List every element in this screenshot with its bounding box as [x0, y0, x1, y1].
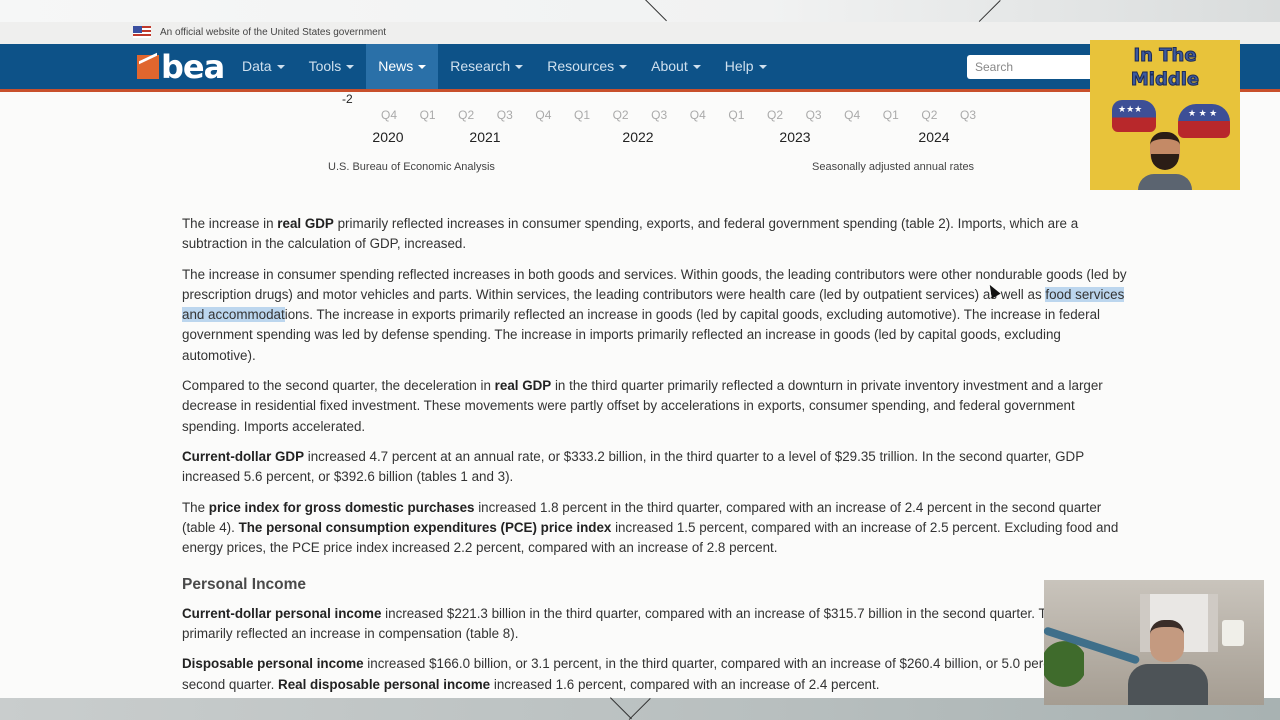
donkey-icon: ★★★: [1112, 100, 1156, 132]
caret-down-icon: [515, 65, 524, 70]
quarter-tick-label: Q4: [844, 108, 861, 122]
text: The increase in consumer spending reflec…: [182, 266, 1127, 302]
host-illustration: [1138, 132, 1192, 190]
quarter-tick-label: Q2: [921, 108, 938, 122]
paragraph-disposable-income: Disposable personal income increased $16…: [182, 654, 1132, 695]
bold-term: Current-dollar GDP: [182, 448, 305, 464]
year-tick-label: 2023: [779, 129, 811, 145]
paragraph-consumer-spending: The increase in consumer spending reflec…: [182, 265, 1132, 366]
text: increased 1.6 percent, compared with an …: [490, 676, 880, 692]
nav-label: Help: [724, 58, 754, 74]
webcam-overlay: [1044, 580, 1264, 705]
nav-label: About: [651, 58, 688, 74]
nav-item-tools[interactable]: Tools: [297, 44, 367, 89]
quarter-tick-label: Q2: [458, 108, 475, 122]
caret-down-icon: [758, 65, 767, 70]
chart-source: U.S. Bureau of Economic Analysis: [328, 161, 495, 173]
podcast-title-line: Middle: [1130, 69, 1200, 91]
gdp-chart-fragment: -2 Q4 Q1 Q2 Q3 Q4 Q1 Q2 Q3 Q4 Q1 Q2 Q3 Q4 Q1 Q2 Q3 2020…: [0, 92, 1280, 202]
caret-down-icon: [418, 65, 427, 70]
caret-down-icon: [276, 65, 285, 70]
nav-label: Research: [450, 58, 511, 74]
y-tick-label: -2: [342, 92, 353, 106]
year-tick-label: 2020: [372, 129, 404, 145]
podcast-title-line: In The: [1133, 45, 1197, 67]
gov-banner-text: An official website of the United States…: [160, 27, 387, 38]
quarter-tick-label: Q2: [612, 108, 629, 122]
paragraph-real-gdp: The increase in real GDP primarily refle…: [182, 214, 1132, 255]
quarter-tick-label: Q4: [380, 108, 397, 122]
bold-term: Real disposable personal income: [278, 676, 491, 692]
bold-term: real GDP: [277, 216, 334, 231]
podcast-logo-overlay: In The Middle ★★★ ★ ★ ★: [1090, 40, 1240, 190]
paragraph-personal-income: Current-dollar personal income increased…: [182, 604, 1132, 645]
webcam-person: [1128, 620, 1208, 705]
caret-down-icon: [692, 65, 701, 70]
text: increased 4.7 percent at an annual rate,…: [182, 448, 1084, 485]
quarter-tick-label: Q4: [689, 108, 706, 122]
nav-label: Data: [242, 58, 272, 74]
text: The increase in: [182, 216, 278, 231]
quarter-tick-label: Q3: [805, 108, 822, 122]
nav-item-resources[interactable]: Resources: [535, 44, 639, 89]
main-navbar: bea Data Tools News Research Resources A…: [0, 44, 1280, 92]
quarter-tick-label: Q4: [535, 108, 552, 122]
bea-logo[interactable]: bea: [137, 48, 225, 86]
bea-logo-icon: [137, 55, 159, 79]
paragraph-current-dollar-gdp: Current-dollar GDP increased 4.7 percent…: [182, 447, 1132, 488]
text: Compared to the second quarter, the dece…: [182, 378, 495, 394]
quarter-tick-label: Q3: [651, 108, 668, 122]
text: The: [182, 499, 209, 515]
nav-item-help[interactable]: Help: [713, 44, 779, 89]
text: ions. The increase in exports primarily …: [182, 307, 1101, 363]
year-tick-label: 2022: [622, 129, 654, 145]
nav-item-about[interactable]: About: [639, 44, 713, 89]
podcast-title: In The Middle: [1090, 44, 1240, 92]
paragraph-deceleration: Compared to the second quarter, the dece…: [182, 376, 1132, 437]
bold-term: real GDP: [494, 378, 552, 394]
quarter-tick-label: Q1: [573, 108, 590, 122]
paragraph-price-index: The price index for gross domestic purch…: [182, 498, 1132, 559]
quarter-tick-label: Q1: [419, 108, 436, 122]
nav-item-data[interactable]: Data: [230, 44, 297, 89]
gov-banner: An official website of the United States…: [0, 22, 1280, 44]
search-input[interactable]: [967, 55, 1097, 79]
nav-item-research[interactable]: Research: [438, 44, 535, 89]
bold-term: price index for gross domestic purchases: [208, 499, 475, 515]
bold-term: Current-dollar personal income: [182, 605, 382, 621]
chart-note: Seasonally adjusted annual rates: [812, 161, 975, 173]
quarter-tick-label: Q3: [959, 108, 976, 122]
nav-menu: Data Tools News Research Resources About…: [230, 44, 779, 89]
us-flag-icon: [133, 26, 151, 38]
section-heading-personal-income: Personal Income: [182, 576, 307, 594]
bold-term: Disposable personal income: [182, 656, 364, 672]
webcam-plant: [1044, 640, 1084, 700]
caret-down-icon: [346, 65, 355, 70]
nav-label: News: [378, 58, 414, 74]
year-tick-label: 2021: [469, 129, 501, 145]
year-tick-label: 2024: [918, 129, 950, 145]
caret-down-icon: [619, 65, 628, 70]
webcam-lamp: [1222, 620, 1244, 646]
nav-item-news[interactable]: News: [366, 44, 439, 89]
bold-term: The personal consumption expenditures (P…: [238, 519, 612, 535]
quarter-tick-label: Q2: [766, 108, 783, 122]
nav-label: Tools: [308, 58, 342, 74]
quarter-tick-label: Q1: [728, 108, 745, 122]
background-top: [0, 0, 1280, 22]
quarter-tick-label: Q3: [496, 108, 513, 122]
quarter-tick-label: Q1: [882, 108, 899, 122]
nav-label: Resources: [547, 58, 615, 74]
bea-logo-text: bea: [161, 48, 225, 86]
